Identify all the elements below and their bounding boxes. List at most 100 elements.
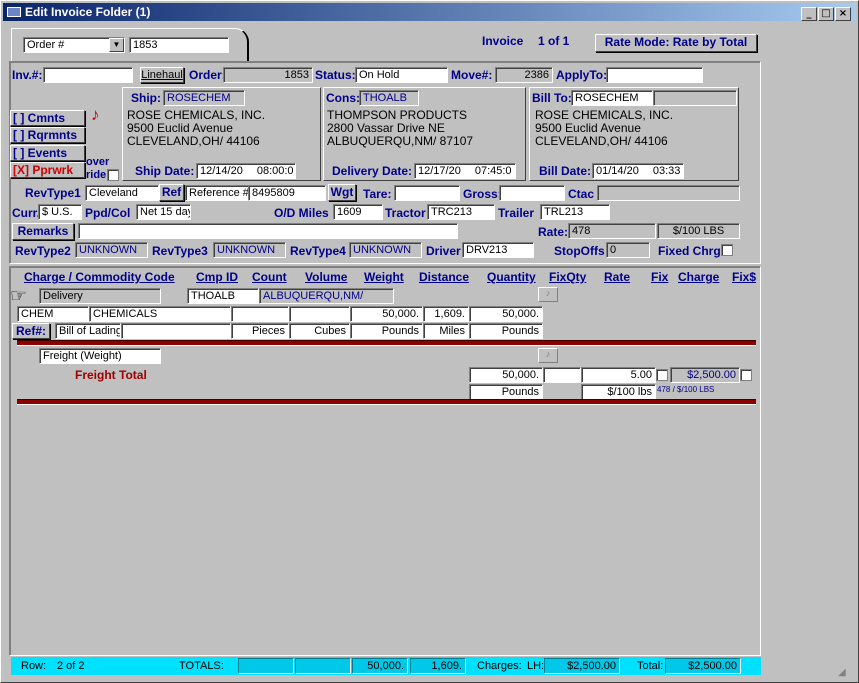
ref-type-input[interactable]: Reference # [185, 185, 249, 201]
status-field[interactable]: On Hold [355, 67, 448, 83]
pprwrk-button[interactable]: [X] Pprwrk [10, 162, 85, 178]
ref-type-field[interactable]: Bill of Lading [55, 323, 121, 339]
col-fix-dollar[interactable]: Fix$ [732, 270, 756, 284]
weight-unit[interactable]: Pounds [350, 323, 423, 339]
col-rate[interactable]: Rate [604, 270, 630, 284]
ref-value-input[interactable]: 8495809 [248, 185, 326, 201]
commodity-desc[interactable]: CHEMICALS [89, 306, 231, 322]
delivery-type[interactable]: Delivery [39, 288, 161, 304]
ppd-col-input[interactable]: Net 15 day [136, 204, 191, 220]
col-quantity[interactable]: Quantity [487, 270, 536, 284]
window-title: Edit Invoice Folder (1) [25, 5, 151, 19]
revtype3-value[interactable]: UNKNOWN [213, 242, 286, 258]
col-count[interactable]: Count [252, 270, 287, 284]
chevron-down-icon[interactable]: ▼ [109, 38, 124, 52]
count-input[interactable] [231, 306, 289, 322]
override-checkbox[interactable] [107, 169, 119, 181]
total-charge: $2,500.00 [665, 658, 741, 674]
rate-label: Rate: [538, 225, 569, 239]
rqrmnts-button[interactable]: [ ] Rqrmnts [10, 127, 85, 143]
delivery-date-label: Delivery Date: [332, 164, 413, 178]
fixed-charge-checkbox[interactable] [721, 244, 733, 256]
billto-name: ROSE CHEMICALS, INC. [535, 108, 674, 122]
delivery-date-input[interactable]: 12/17/20 07:45:0 [414, 163, 516, 179]
order-label: Order: [189, 68, 226, 82]
ref-button[interactable]: Ref [159, 184, 184, 201]
volume-unit[interactable]: Cubes [289, 323, 350, 339]
minimize-button[interactable]: _ [801, 7, 817, 21]
bill-date-input[interactable]: 01/14/20 03:33 [592, 163, 684, 179]
revtype4-value[interactable]: UNKNOWN [349, 242, 422, 258]
freight-qty-unit[interactable]: Pounds [469, 384, 543, 400]
tare-input[interactable] [394, 185, 460, 201]
row-separator [17, 399, 756, 405]
ship-date-input[interactable]: 12/14/20 08:00:0 [196, 163, 296, 179]
driver-label: Driver [426, 244, 461, 258]
linehaul-button[interactable]: Linehaul [140, 67, 184, 83]
remarks-input[interactable] [78, 223, 458, 239]
col-volume[interactable]: Volume [305, 270, 347, 284]
lh-charge: $2,500.00 [544, 658, 620, 674]
applyto-label: ApplyTo: [556, 68, 608, 82]
col-fix[interactable]: Fix [651, 270, 668, 284]
od-miles-input[interactable]: 1609 [333, 204, 383, 220]
lookup-value-input[interactable]: 1853 [129, 37, 229, 53]
resize-grip-icon[interactable]: ◢ [838, 667, 852, 679]
trailer-input[interactable]: TRL213 [540, 204, 610, 220]
ship-code[interactable]: ROSECHEM [163, 90, 245, 106]
freight-fixqty[interactable] [543, 367, 581, 383]
distance-input[interactable]: 1,609. [423, 306, 469, 322]
revtype1-input[interactable]: Cleveland [85, 185, 159, 201]
billto-code[interactable]: ROSECHEM [571, 90, 653, 106]
driver-input[interactable]: DRV213 [462, 242, 534, 258]
currency-input[interactable]: $ U.S. [38, 204, 82, 220]
freight-rate-note: 478 / $/100 LBS [657, 385, 715, 394]
freight-qty[interactable]: 50,000. [469, 367, 543, 383]
music-note-icon[interactable]: ♪ [538, 348, 558, 363]
maximize-button[interactable]: □ [818, 7, 834, 21]
pointer-hand-icon: ☞ [10, 286, 28, 307]
status-label: Status: [315, 68, 356, 82]
col-charge-code[interactable]: Charge / Commodity Code [24, 270, 175, 284]
col-cmp-id[interactable]: Cmp ID [196, 270, 238, 284]
freight-rate-unit[interactable]: $/100 lbs [581, 384, 656, 400]
quantity-unit[interactable]: Pounds [469, 323, 543, 339]
col-weight[interactable]: Weight [364, 270, 404, 284]
delivery-city: ALBUQUERQU,NM/ [259, 288, 394, 304]
revtype1-label: RevType1 [25, 186, 81, 200]
col-charge[interactable]: Charge [678, 270, 719, 284]
remarks-button[interactable]: Remarks [12, 223, 74, 240]
delivery-cmp-id[interactable]: THOALB [187, 288, 259, 304]
lh-label: LH: [527, 660, 545, 672]
revtype2-value[interactable]: UNKNOWN [75, 242, 148, 258]
music-note-icon[interactable]: ♪ [538, 287, 558, 302]
ref-number-button[interactable]: Ref#: [12, 323, 50, 339]
events-button[interactable]: [ ] Events [10, 145, 85, 161]
col-distance[interactable]: Distance [419, 270, 469, 284]
distance-unit[interactable]: Miles [423, 323, 469, 339]
inv-label: Inv.#: [12, 68, 43, 82]
cons-code[interactable]: THOALB [359, 90, 419, 106]
quantity-input[interactable]: 50,000. [469, 306, 543, 322]
volume-input[interactable] [289, 306, 350, 322]
ref-value-field[interactable] [121, 323, 231, 339]
commodity-code[interactable]: CHEM [17, 306, 89, 322]
freight-type[interactable]: Freight (Weight) [39, 348, 161, 364]
gross-input[interactable] [499, 185, 565, 201]
cmnts-button[interactable]: [ ] Cmnts [10, 110, 85, 126]
applyto-input[interactable] [606, 67, 703, 83]
freight-rate[interactable]: 5.00 [581, 367, 656, 383]
order-value: 1853 [223, 67, 313, 83]
count-unit[interactable]: Pieces [231, 323, 289, 339]
stopoffs-label: StopOffs [554, 244, 605, 258]
tractor-input[interactable]: TRC213 [427, 204, 495, 220]
inv-number-input[interactable] [43, 67, 133, 83]
fix-rate-checkbox[interactable] [656, 369, 668, 381]
weight-input[interactable]: 50,000. [350, 306, 423, 322]
billto-address: 9500 Euclid Avenue [535, 121, 641, 135]
col-fixqty[interactable]: FixQty [549, 270, 586, 284]
fix-charge-checkbox[interactable] [740, 369, 752, 381]
wgt-button[interactable]: Wgt [328, 184, 356, 201]
rate-mode-button[interactable]: Rate Mode: Rate by Total [595, 34, 757, 52]
close-button[interactable]: × [835, 7, 851, 21]
